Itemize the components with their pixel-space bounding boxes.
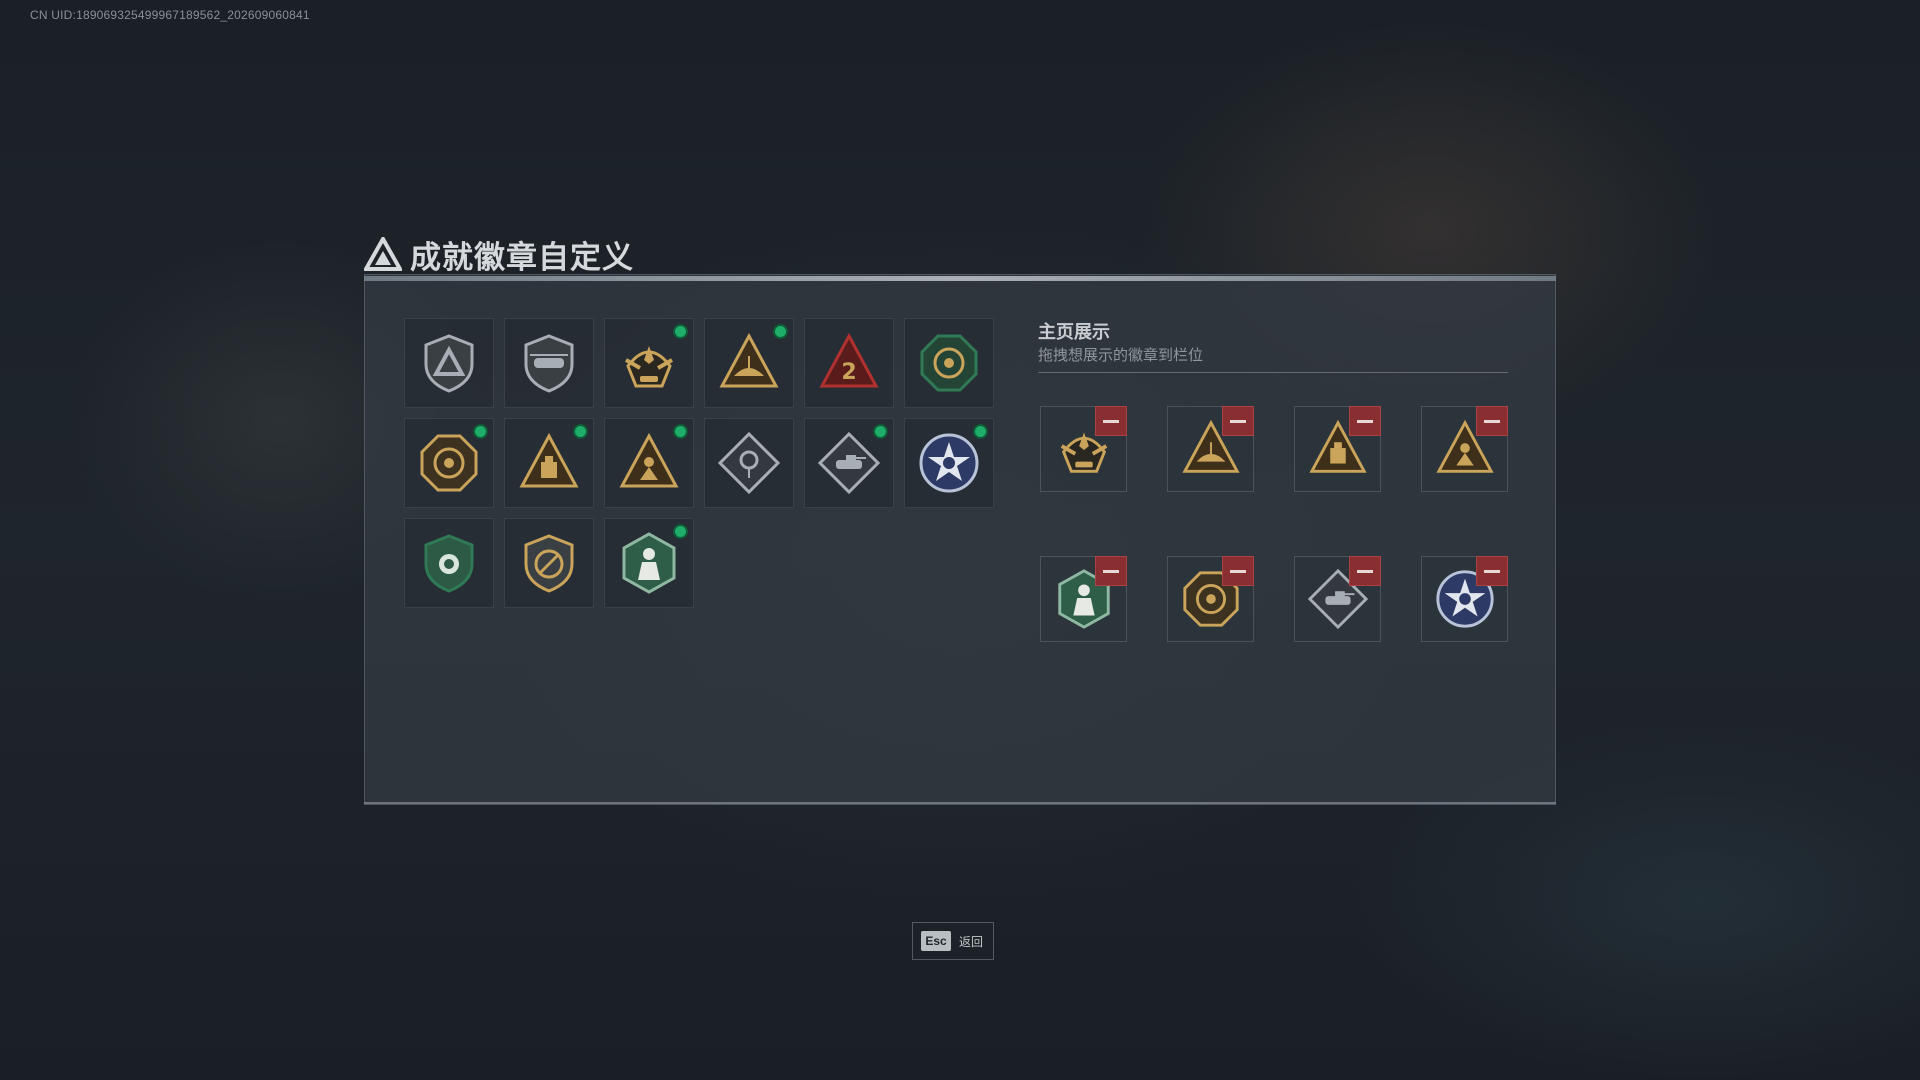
new-indicator-dot [473, 424, 488, 439]
esc-key: Esc [921, 931, 951, 951]
new-indicator-dot [873, 424, 888, 439]
remove-badge-button[interactable] [1222, 556, 1254, 586]
badge-slot[interactable] [704, 318, 794, 408]
new-indicator-dot [673, 524, 688, 539]
triangle-logo-icon [364, 237, 402, 271]
badge-slot[interactable] [504, 318, 594, 408]
showcase-slot[interactable] [1167, 556, 1254, 642]
badge-slot[interactable] [604, 418, 694, 508]
remove-badge-button[interactable] [1476, 556, 1508, 586]
showcase-slot[interactable] [1294, 406, 1381, 492]
badge-slot[interactable] [904, 418, 994, 508]
remove-badge-button[interactable] [1095, 406, 1127, 436]
minus-icon [1484, 419, 1500, 423]
showcase-title: 主页展示 [1038, 322, 1110, 342]
new-indicator-dot [973, 424, 988, 439]
remove-badge-button[interactable] [1476, 406, 1508, 436]
remove-badge-button[interactable] [1095, 556, 1127, 586]
no-gun-shield-badge-icon [524, 534, 574, 593]
diamond-rose-badge-icon [717, 431, 781, 495]
eagle-emblem-badge-icon [625, 346, 673, 388]
minus-icon [1230, 419, 1246, 423]
badge-slot[interactable] [804, 418, 894, 508]
new-indicator-dot [673, 324, 688, 339]
star-circle-badge-icon [919, 433, 979, 493]
minus-icon [1103, 569, 1119, 573]
minus-icon [1230, 569, 1246, 573]
new-indicator-dot [673, 424, 688, 439]
panel-bottom-divider [364, 802, 1556, 804]
badge-slot[interactable] [404, 318, 494, 408]
back-button[interactable]: Esc 返回 [912, 922, 994, 960]
badge-slot[interactable] [704, 418, 794, 508]
new-indicator-dot [573, 424, 588, 439]
badge-slot[interactable] [504, 518, 594, 608]
badge-grid: 2 [404, 318, 994, 608]
badge-slot[interactable]: 2 [804, 318, 894, 408]
triangle-soldier-badge-icon [619, 432, 679, 488]
back-label: 返回 [959, 934, 984, 949]
svg-text:2: 2 [841, 360, 856, 385]
showcase-subtitle: 拖拽想展示的徽章到栏位 [1038, 347, 1204, 364]
green-shield-badge-icon [424, 534, 474, 593]
diamond-tank-badge-icon [817, 431, 881, 495]
badge-slot[interactable] [904, 318, 994, 408]
minus-icon [1357, 569, 1373, 573]
badge-slot[interactable] [604, 318, 694, 408]
showcase-slot[interactable] [1167, 406, 1254, 492]
uid-label: CN UID:18906932549996718956​2_2026090608… [30, 8, 310, 22]
badge-slot[interactable] [404, 418, 494, 508]
helicopter-shield-badge-icon [524, 334, 574, 393]
triangle-sailboat-badge-icon [719, 332, 779, 388]
shield-triangle-badge-icon [424, 334, 474, 393]
page-header: 成就徽章自定义 [364, 232, 634, 276]
octagon-round-badge-icon [920, 334, 978, 392]
new-indicator-dot [773, 324, 788, 339]
triangle-crate-badge-icon [519, 432, 579, 488]
remove-badge-button[interactable] [1349, 406, 1381, 436]
minus-icon [1484, 569, 1500, 573]
showcase-slot[interactable] [1421, 406, 1508, 492]
page-title: 成就徽章自定义 [410, 239, 634, 275]
minus-icon [1103, 419, 1119, 423]
showcase-slot[interactable] [1040, 556, 1127, 642]
badge-slot[interactable] [604, 518, 694, 608]
badge-slot[interactable] [404, 518, 494, 608]
showcase-divider [1038, 372, 1508, 373]
badge-slot[interactable] [504, 418, 594, 508]
remove-badge-button[interactable] [1349, 556, 1381, 586]
showcase-slot[interactable] [1421, 556, 1508, 642]
panel-top-divider [364, 276, 1556, 281]
remove-badge-button[interactable] [1222, 406, 1254, 436]
octagon-2025-badge-icon [420, 434, 478, 492]
showcase-slot[interactable] [1040, 406, 1127, 492]
hexagon-soldier-badge-icon [622, 532, 676, 594]
minus-icon [1357, 419, 1373, 423]
showcase-slot[interactable] [1294, 556, 1381, 642]
triangle-number-2-badge-icon: 2 [819, 332, 879, 388]
